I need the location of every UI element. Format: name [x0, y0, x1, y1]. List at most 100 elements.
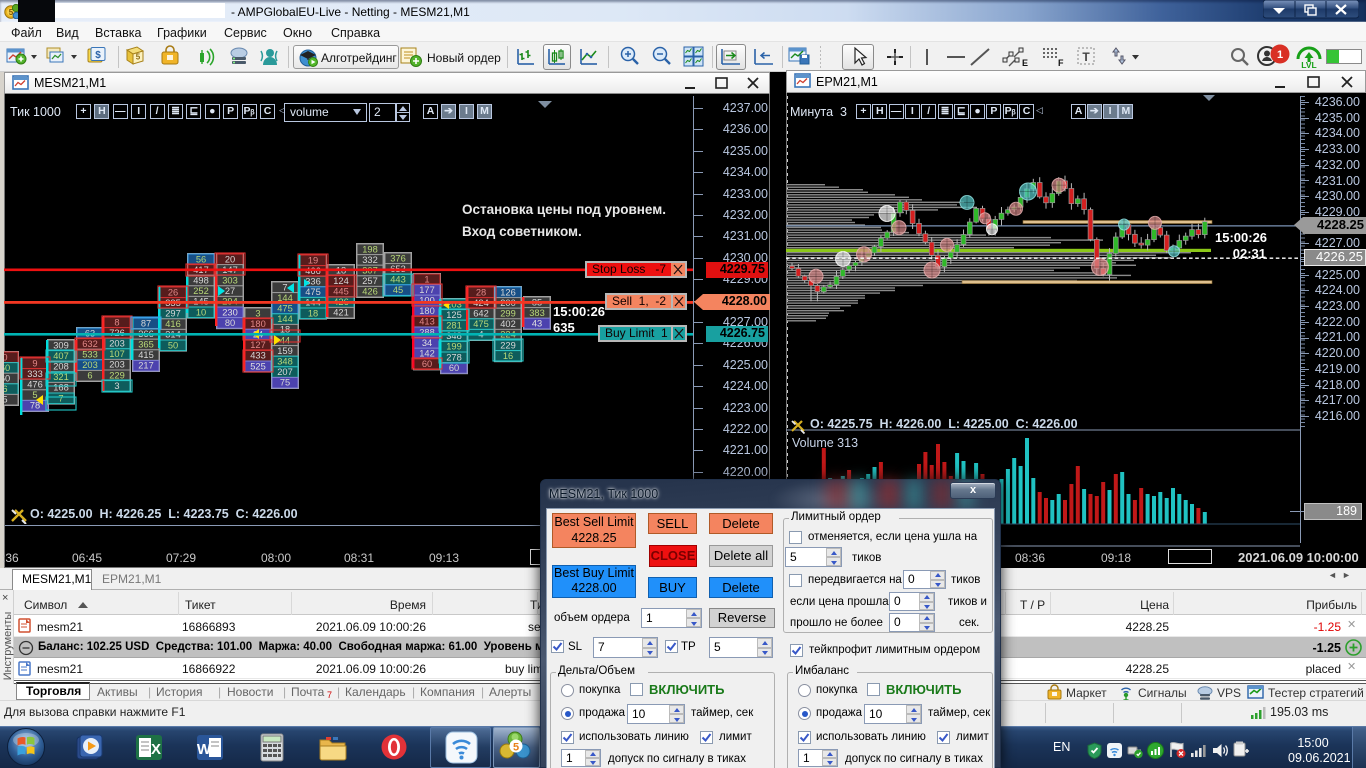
- svg-text:60: 60: [422, 359, 432, 369]
- svg-text:533: 533: [82, 350, 98, 360]
- svg-text:3: 3: [114, 381, 119, 391]
- svg-text:9: 9: [32, 358, 37, 368]
- svg-text:229: 229: [109, 370, 125, 380]
- svg-text:7: 7: [282, 282, 287, 292]
- svg-text:126: 126: [500, 287, 516, 297]
- svg-text:180: 180: [250, 319, 266, 329]
- svg-text:299: 299: [500, 309, 516, 319]
- svg-text:107: 107: [109, 349, 125, 359]
- svg-text:168: 168: [53, 383, 69, 393]
- svg-text:1: 1: [424, 274, 429, 284]
- svg-text:T: T: [1082, 50, 1090, 64]
- svg-text:642: 642: [473, 309, 489, 319]
- svg-text:288: 288: [419, 327, 435, 337]
- svg-text:407: 407: [53, 351, 69, 361]
- svg-text:E: E: [1022, 58, 1028, 68]
- svg-text:10: 10: [196, 307, 206, 317]
- svg-text:19: 19: [308, 255, 318, 265]
- svg-text:476: 476: [27, 380, 43, 390]
- svg-text:426: 426: [362, 287, 378, 297]
- svg-text:100: 100: [419, 296, 435, 306]
- svg-text:124: 124: [333, 276, 349, 286]
- svg-text:5: 5: [513, 742, 519, 754]
- svg-text:125: 125: [446, 310, 462, 320]
- svg-text:421: 421: [333, 308, 349, 318]
- svg-text:26: 26: [168, 287, 178, 297]
- svg-text:45: 45: [393, 285, 403, 295]
- svg-text:217: 217: [138, 361, 154, 371]
- svg-text:348: 348: [277, 357, 293, 367]
- svg-text:208: 208: [53, 362, 69, 372]
- svg-text:44: 44: [280, 335, 290, 345]
- svg-text:34: 34: [422, 338, 432, 348]
- svg-text:X: X: [151, 741, 161, 758]
- svg-text:445: 445: [333, 287, 349, 297]
- svg-text:5: 5: [32, 390, 37, 400]
- svg-text:1: 1: [1277, 49, 1283, 61]
- svg-text:413: 413: [419, 317, 435, 327]
- svg-text:402: 402: [500, 319, 516, 329]
- svg-text:230: 230: [222, 307, 238, 317]
- svg-text:203: 203: [109, 360, 125, 370]
- svg-text:50: 50: [168, 340, 178, 350]
- svg-text:80: 80: [225, 318, 235, 328]
- svg-text:56: 56: [196, 254, 206, 264]
- svg-text:309: 309: [53, 340, 69, 350]
- svg-text:75: 75: [280, 378, 290, 388]
- svg-text:W: W: [197, 741, 212, 758]
- svg-text:5: 5: [136, 53, 141, 62]
- svg-text:321: 321: [53, 372, 69, 382]
- svg-text:376: 376: [390, 253, 406, 263]
- svg-text:365: 365: [138, 340, 154, 350]
- svg-text:348: 348: [446, 331, 462, 341]
- svg-text:27: 27: [225, 286, 235, 296]
- svg-text:LVL: LVL: [1301, 60, 1316, 70]
- svg-text:3: 3: [255, 308, 260, 318]
- svg-text:433: 433: [250, 351, 266, 361]
- svg-text:281: 281: [446, 321, 462, 331]
- svg-text:159: 159: [277, 346, 293, 356]
- svg-text:43: 43: [532, 319, 542, 329]
- svg-text:87: 87: [141, 318, 151, 328]
- svg-text:726: 726: [109, 328, 125, 338]
- svg-text:F: F: [1058, 58, 1064, 68]
- svg-text:252: 252: [193, 286, 209, 296]
- svg-text:383: 383: [529, 308, 545, 318]
- svg-text:198: 198: [362, 244, 378, 254]
- svg-text:333: 333: [27, 369, 43, 379]
- svg-text:475: 475: [473, 319, 489, 329]
- svg-text:8: 8: [114, 317, 119, 327]
- svg-text:207: 207: [277, 367, 293, 377]
- svg-text:257: 257: [362, 276, 378, 286]
- svg-text:229: 229: [500, 340, 516, 350]
- svg-text:297: 297: [165, 309, 181, 319]
- svg-text:78: 78: [30, 401, 40, 411]
- svg-text:278: 278: [446, 352, 462, 362]
- svg-text:475: 475: [277, 304, 293, 314]
- svg-text:416: 416: [165, 319, 181, 329]
- svg-text:$: $: [95, 50, 101, 61]
- svg-text:7: 7: [58, 393, 63, 403]
- svg-text:180: 180: [419, 306, 435, 316]
- svg-text:525: 525: [250, 361, 266, 371]
- svg-text:632: 632: [82, 339, 98, 349]
- svg-text:203: 203: [109, 339, 125, 349]
- svg-text:443: 443: [390, 275, 406, 285]
- svg-text:144: 144: [277, 314, 293, 324]
- svg-text:20: 20: [225, 254, 235, 264]
- svg-text:199: 199: [446, 342, 462, 352]
- svg-text:415: 415: [138, 350, 154, 360]
- svg-text:28: 28: [476, 287, 486, 297]
- svg-text:16: 16: [503, 351, 513, 361]
- svg-text:60: 60: [449, 363, 459, 373]
- svg-text:203: 203: [82, 360, 98, 370]
- svg-text:142: 142: [419, 349, 435, 359]
- svg-text:332: 332: [362, 255, 378, 265]
- svg-text:498: 498: [193, 276, 209, 286]
- svg-text:475: 475: [305, 287, 321, 297]
- svg-text:127: 127: [250, 340, 266, 350]
- svg-text:6: 6: [87, 371, 92, 381]
- svg-text:18: 18: [308, 308, 318, 318]
- svg-text:303: 303: [222, 276, 238, 286]
- svg-text:177: 177: [419, 285, 435, 295]
